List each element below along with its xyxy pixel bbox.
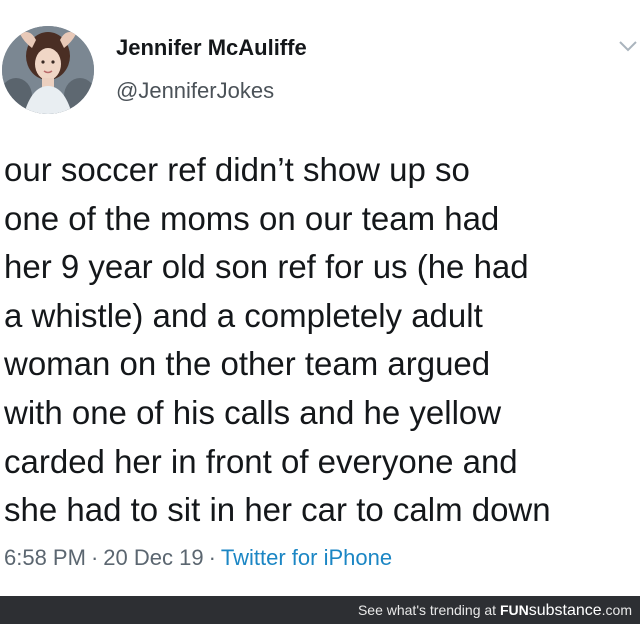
- meta-separator: ·: [90, 545, 99, 570]
- author-name[interactable]: Jennifer McAuliffe: [116, 35, 307, 61]
- tweet-date[interactable]: 20 Dec 19: [103, 545, 203, 570]
- chevron-down-icon[interactable]: [616, 36, 640, 56]
- tweet-text-line: a whistle) and a completely adult: [4, 296, 483, 334]
- tweet-source-link[interactable]: Twitter for iPhone: [221, 545, 392, 570]
- tweet-text-line: carded her in front of everyone and: [4, 442, 518, 480]
- tweet-text-line: with one of his calls and he yellow: [4, 393, 502, 431]
- watermark-brand-substance: substance: [528, 602, 602, 619]
- avatar-image: [2, 26, 94, 114]
- watermark-brand-tld: .com: [601, 602, 632, 618]
- tweet-text-line: our soccer ref didn’t show up so: [4, 151, 470, 188]
- watermark-bar: See what's trending at FUNsubstance.com: [0, 596, 640, 624]
- watermark-brand-fun: FUN: [499, 602, 529, 618]
- tweet-time[interactable]: 6:58 PM: [4, 545, 86, 570]
- tweet-text-line: one of the moms on our team had: [4, 199, 500, 237]
- meta-separator: ·: [208, 545, 216, 570]
- tweet-text-line: she had to sit in her car to calm down: [4, 491, 551, 529]
- tweet-text-line: woman on the other team argued: [4, 345, 491, 383]
- watermark-prefix: See what's trending at: [357, 602, 500, 618]
- tweet-text-line: her 9 year old son ref for us (he had: [4, 248, 529, 286]
- tweet-card: Jennifer McAuliffe @JenniferJokes our so…: [0, 0, 640, 596]
- tweet-meta: 6:58 PM · 20 Dec 19 · Twitter for iPhone: [4, 545, 392, 571]
- watermark-text[interactable]: See what's trending at FUNsubstance.com: [358, 602, 632, 620]
- tweet-text: our soccer ref didn’t show up so one of …: [4, 146, 640, 535]
- avatar[interactable]: [2, 26, 94, 114]
- author-handle[interactable]: @JenniferJokes: [116, 78, 274, 104]
